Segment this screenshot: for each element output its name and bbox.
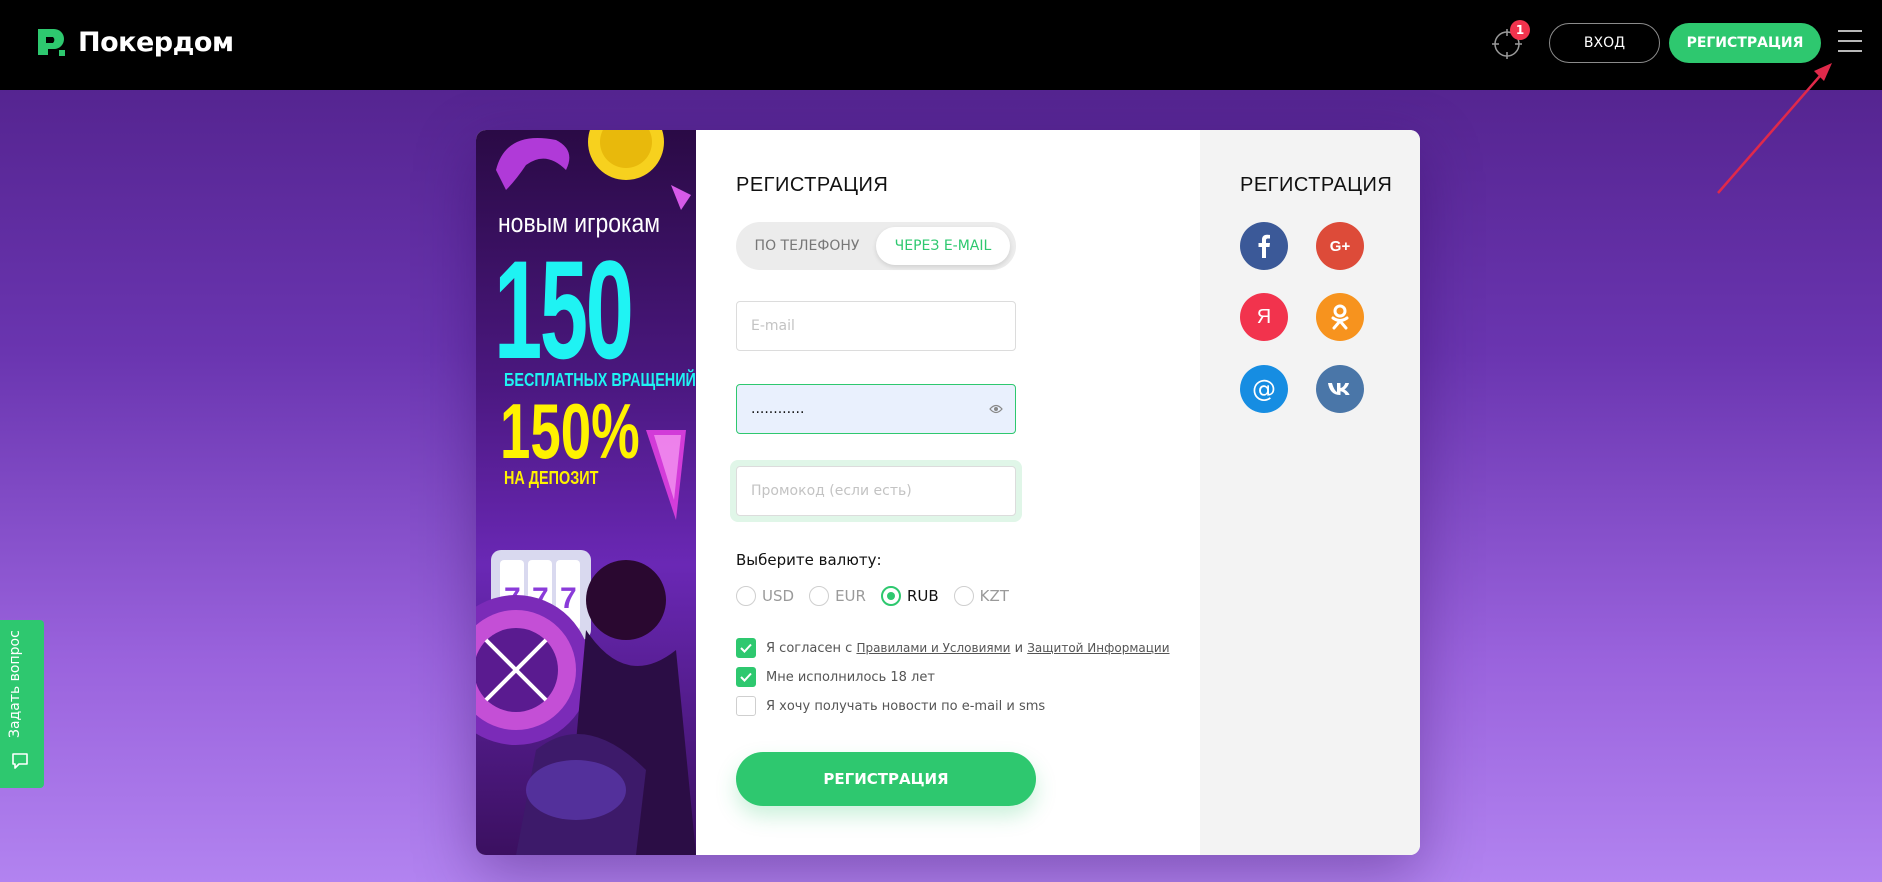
pokerdom-logo-icon — [38, 29, 65, 56]
rules-link[interactable]: Правилами и Условиями — [856, 641, 1010, 655]
currency-selector: USD EUR RUB KZT — [736, 586, 1024, 606]
vkontakte-button[interactable] — [1316, 365, 1364, 413]
mail-ru-icon: @ — [1252, 375, 1276, 403]
svg-text:7: 7 — [560, 582, 577, 615]
social-title: РЕГИСТРАЦИЯ — [1240, 174, 1393, 196]
annotation-arrow — [1717, 63, 1832, 194]
logo-text: Покердом — [78, 26, 234, 58]
currency-label: Выберите валюту: — [736, 551, 882, 569]
checkmark-icon — [740, 643, 752, 653]
radio-kzt[interactable] — [953, 586, 974, 606]
password-field[interactable] — [737, 385, 987, 433]
age-confirm-row: Мне исполнилось 18 лет — [736, 667, 935, 687]
facebook-icon — [1258, 234, 1270, 258]
mail-ru-button[interactable]: @ — [1240, 365, 1288, 413]
odnoklassniki-icon — [1331, 304, 1349, 330]
chat-icon — [12, 753, 28, 769]
top-bar: Покердом 1 ВХОД РЕГИСТРАЦИЯ — [0, 0, 1882, 90]
ask-question-tab[interactable]: Задать вопрос — [0, 620, 44, 788]
notification-badge: 1 — [1510, 20, 1530, 40]
promo-code-field[interactable] — [736, 466, 1016, 516]
tab-by-phone[interactable]: ПО ТЕЛЕФОНУ — [736, 222, 878, 270]
google-plus-button[interactable]: G+ — [1316, 222, 1364, 270]
radio-usd[interactable] — [736, 586, 756, 606]
terms-prefix: Я согласен с — [766, 640, 853, 656]
age-checkbox[interactable] — [736, 667, 756, 687]
currency-usd[interactable]: USD — [736, 586, 794, 606]
yandex-icon: Я — [1256, 305, 1272, 328]
google-plus-icon: G+ — [1329, 237, 1351, 255]
promo-bonus-label: НА ДЕПОЗИТ — [504, 468, 599, 488]
promo-banner: 7 7 7 новым игрокам 150 БЕСПЛАТНЫХ ВРАЩЕ… — [476, 130, 696, 855]
newsletter-label: Я хочу получать новости по e-mail и sms — [766, 698, 1046, 714]
radio-eur[interactable] — [809, 586, 830, 606]
checkmark-icon — [740, 672, 752, 682]
registration-card: 7 7 7 новым игрокам 150 БЕСПЛАТНЫХ ВРАЩЕ… — [476, 130, 1420, 855]
vk-icon — [1328, 383, 1350, 395]
login-button[interactable]: ВХОД — [1549, 23, 1660, 63]
radio-rub[interactable] — [880, 586, 901, 606]
terms-checkbox[interactable] — [736, 638, 756, 658]
yandex-button[interactable]: Я — [1240, 293, 1288, 341]
password-field-wrapper — [736, 384, 1016, 434]
social-registration: РЕГИСТРАЦИЯ G+ Я @ — [1200, 130, 1420, 855]
currency-rub-label: RUB — [906, 587, 939, 605]
currency-usd-label: USD — [762, 587, 795, 605]
currency-rub[interactable]: RUB — [880, 586, 939, 606]
ask-question-label: Задать вопрос — [7, 630, 23, 738]
registration-method-toggle: ПО ТЕЛЕФОНУ ЧЕРЕЗ E-MAIL — [736, 222, 1016, 270]
email-field[interactable] — [736, 301, 1016, 351]
promo-spins-number: 150 — [494, 231, 634, 388]
currency-eur[interactable]: EUR — [809, 586, 866, 606]
submit-registration-button[interactable]: РЕГИСТРАЦИЯ — [736, 752, 1036, 806]
tab-by-email[interactable]: ЧЕРЕЗ E-MAIL — [876, 227, 1010, 265]
newsletter-row: Я хочу получать новости по e-mail и sms — [736, 696, 1045, 716]
menu-icon[interactable] — [1838, 30, 1862, 54]
terms-agreement-row: Я согласен с Правилами и Условиями и Защ… — [736, 638, 1170, 658]
promo-code-highlight — [730, 460, 1022, 522]
currency-kzt-label: KZT — [979, 587, 1009, 605]
eye-icon[interactable] — [989, 403, 1003, 415]
facebook-button[interactable] — [1240, 222, 1288, 270]
currency-kzt[interactable]: KZT — [953, 586, 1009, 606]
promo-bonus-percent: 150% — [500, 387, 640, 475]
privacy-link[interactable]: Защитой Информации — [1027, 641, 1169, 655]
logo[interactable]: Покердом — [34, 25, 234, 59]
terms-and: и — [1014, 640, 1024, 656]
newsletter-checkbox[interactable] — [736, 696, 756, 716]
form-title: РЕГИСТРАЦИЯ — [736, 174, 889, 196]
currency-eur-label: EUR — [835, 587, 866, 605]
registration-form: РЕГИСТРАЦИЯ ПО ТЕЛЕФОНУ ЧЕРЕЗ E-MAIL Выб… — [696, 130, 1200, 855]
age-label: Мне исполнилось 18 лет — [766, 669, 935, 685]
odnoklassniki-button[interactable] — [1316, 293, 1364, 341]
